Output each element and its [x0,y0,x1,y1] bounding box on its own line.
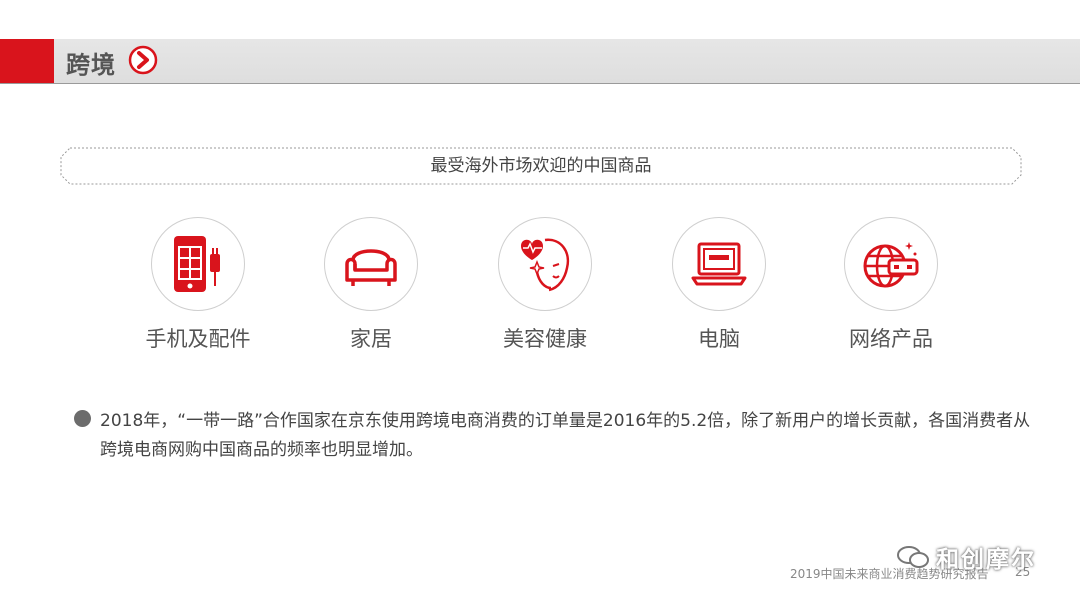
category-label: 电脑 [698,327,740,351]
header-accent-bar [0,39,54,83]
phone-accessories-icon [174,236,220,292]
category-computer: 电脑 [639,217,799,353]
category-icon-circle [151,217,245,311]
banner-title: 最受海外市场欢迎的中国商品 [430,156,652,176]
category-home: 家居 [291,217,451,353]
category-phone-accessories: 手机及配件 [118,217,278,353]
category-label: 美容健康 [503,327,587,351]
network-globe-icon [863,242,919,288]
bullet-dot [74,410,91,427]
wechat-icon [897,546,929,568]
category-label: 手机及配件 [145,327,251,351]
laptop-icon [691,242,747,286]
category-label: 家居 [350,327,392,351]
watermark-text: 和创摩尔 [936,547,1036,573]
watermark: 和创摩尔 [896,540,1036,574]
category-beauty-health: 美容健康 [465,217,625,353]
beauty-health-icon [521,238,570,292]
category-label: 网络产品 [849,327,933,351]
category-network-products: 网络产品 [811,217,971,353]
banner: 最受海外市场欢迎的中国商品 [60,147,1022,185]
section-title: 跨境 [66,51,116,79]
chevron-right-icon [128,45,158,75]
category-icon-circle [844,217,938,311]
sofa-icon [345,249,397,286]
body-paragraph: 2018年，“一带一路”合作国家在京东使用跨境电商消费的订单量是2016年的5.… [100,411,1031,460]
category-icon-circle [672,217,766,311]
category-icon-circle [324,217,418,311]
section-header: 跨境 [0,39,1080,84]
category-icon-circle [498,217,592,311]
